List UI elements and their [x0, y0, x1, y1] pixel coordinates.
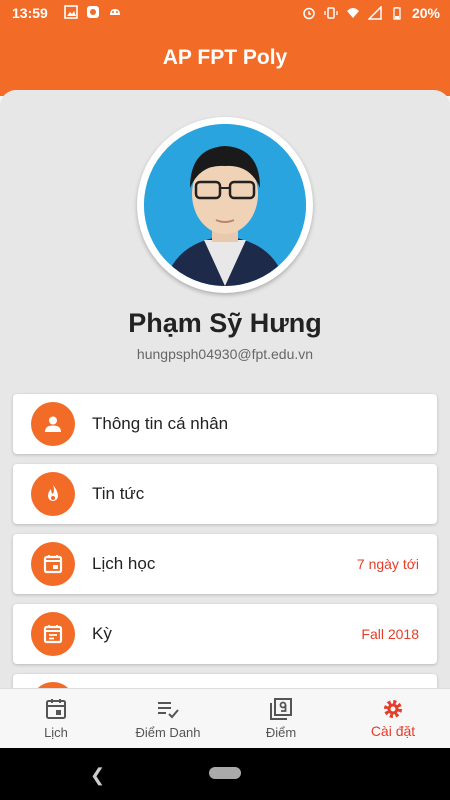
home-button[interactable] [209, 767, 241, 779]
menu-item-schedule[interactable]: Lịch học 7 ngày tới [13, 534, 437, 594]
nav-grades[interactable]: Điểm [225, 689, 337, 749]
status-bar: 13:59 20% [0, 0, 450, 26]
alarm-icon [303, 7, 315, 20]
menu-item-term[interactable]: Kỳ Fall 2018 [13, 604, 437, 664]
menu-item-personal-info[interactable]: Thông tin cá nhân [13, 394, 437, 454]
menu-item-news[interactable]: Tin tức [13, 464, 437, 524]
fire-icon [31, 472, 75, 516]
user-email: hungpsph04930@fpt.edu.vn [136, 346, 314, 362]
notification-icons [64, 5, 122, 19]
user-name: Phạm Sỹ Hưng [128, 308, 322, 338]
nav-attendance[interactable]: Điểm Danh [112, 689, 224, 749]
battery-level: 20% [411, 5, 440, 21]
nav-label: Lịch [44, 725, 68, 740]
menu-label: Kỳ [92, 624, 112, 643]
wifi-icon [346, 8, 359, 18]
menu-value: Fall 2018 [361, 626, 419, 642]
menu-label: Thông tin cá nhân [92, 414, 229, 433]
gear-icon [384, 700, 402, 718]
back-icon[interactable]: ❮ [90, 765, 105, 786]
system-nav-bar: ❮ [0, 748, 450, 800]
system-status-icons: 20% [302, 5, 440, 21]
menu-label: Tin tức [92, 484, 145, 503]
status-time: 13:59 [12, 5, 48, 21]
nav-label: Cài đặt [370, 723, 416, 739]
calendar-icon [46, 699, 66, 719]
checklist-icon [158, 702, 179, 719]
nav-schedule[interactable]: Lịch [0, 689, 112, 749]
app-icon [87, 6, 99, 18]
nav-settings[interactable]: Cài đặt [337, 689, 449, 749]
grade-icon [270, 698, 292, 720]
nav-label: Điểm Danh [135, 725, 201, 740]
avatar-photo [144, 124, 306, 286]
person-icon [31, 402, 75, 446]
calendar-icon [31, 542, 75, 586]
android-icon [110, 9, 120, 15]
app-bar: AP FPT Poly [0, 26, 450, 96]
settings-content: Phạm Sỹ Hưng hungpsph04930@fpt.edu.vn Th… [0, 90, 450, 688]
bottom-nav: Lịch Điểm Danh Điểm Cài đặt [0, 688, 450, 749]
avatar[interactable] [137, 117, 313, 293]
signal-icon [367, 6, 382, 20]
app-title: AP FPT Poly [162, 46, 288, 69]
vibrate-icon [324, 7, 338, 19]
term-icon [31, 612, 75, 656]
menu-value: 7 ngày tới [356, 556, 419, 572]
menu-item-partial[interactable] [13, 674, 437, 688]
profile-photo-image [144, 124, 306, 286]
nav-label: Điểm [265, 725, 297, 740]
image-icon [64, 5, 78, 19]
menu-label: Lịch học [92, 554, 156, 573]
battery-icon [393, 7, 401, 20]
